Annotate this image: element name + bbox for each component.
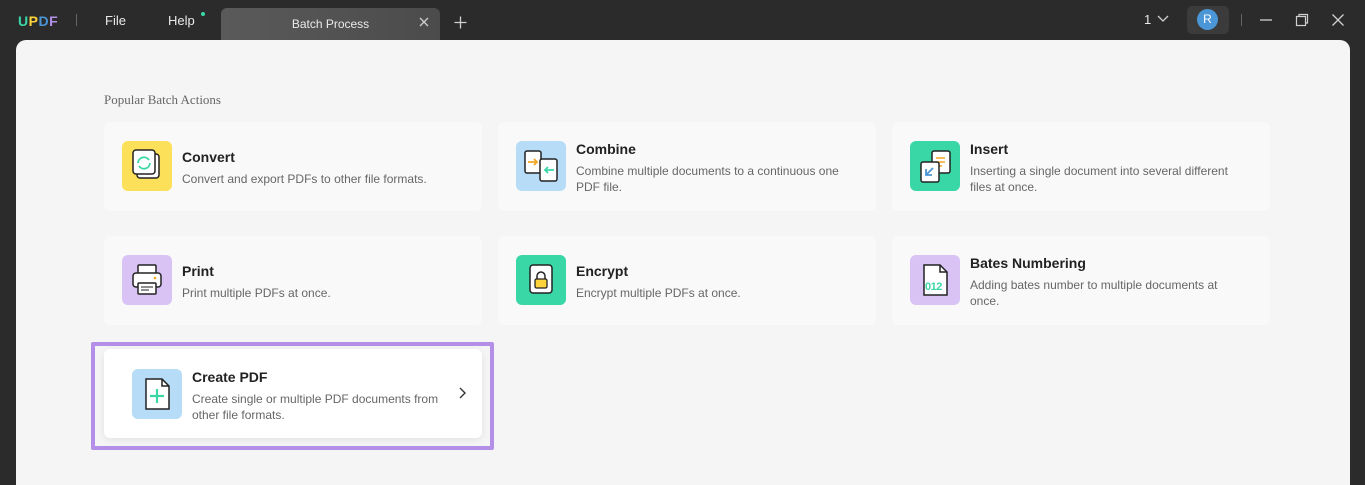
card-title: Create PDF <box>192 369 268 385</box>
convert-icon <box>122 141 172 191</box>
card-create-pdf[interactable]: Create PDF Create single or multiple PDF… <box>104 349 482 438</box>
tab-label: Batch Process <box>291 17 370 31</box>
card-description: Print multiple PDFs at once. <box>182 286 331 300</box>
bates-number-icon: 012 <box>910 255 960 305</box>
card-description: Combine multiple documents to a continuo… <box>576 164 839 194</box>
title-bar: UPDF File Help Batch Process 1 R <box>0 0 1365 40</box>
updf-logo: UPDF <box>18 13 59 29</box>
card-combine[interactable]: Combine Combine multiple documents to a … <box>498 122 876 211</box>
divider <box>1241 14 1242 26</box>
minimize-icon[interactable] <box>1259 13 1273 27</box>
card-description: Adding bates number to multiple document… <box>970 278 1218 308</box>
card-title: Combine <box>576 141 636 157</box>
lock-icon <box>516 255 566 305</box>
card-encrypt[interactable]: Encrypt Encrypt multiple PDFs at once. <box>498 236 876 325</box>
close-window-icon[interactable] <box>1331 13 1345 27</box>
card-convert[interactable]: Convert Convert and export PDFs to other… <box>104 122 482 211</box>
card-description: Encrypt multiple PDFs at once. <box>576 286 741 300</box>
chevron-right-icon[interactable] <box>458 387 466 399</box>
card-insert[interactable]: Insert Inserting a single document into … <box>892 122 1270 211</box>
bates-number-text: 012 <box>925 281 942 293</box>
card-title: Encrypt <box>576 263 629 279</box>
card-bates-numbering[interactable]: 012 Bates Numbering Adding bates number … <box>892 236 1270 325</box>
card-description: Convert and export PDFs to other file fo… <box>182 172 427 186</box>
card-title: Print <box>182 263 214 279</box>
create-pdf-icon <box>132 369 182 419</box>
avatar: R <box>1197 9 1218 30</box>
section-title: Popular Batch Actions <box>104 92 221 107</box>
printer-icon <box>122 255 172 305</box>
insert-icon <box>910 141 960 191</box>
chevron-down-icon[interactable] <box>1157 14 1169 24</box>
card-description: Create single or multiple PDF documents … <box>192 392 439 422</box>
menu-file[interactable]: File <box>105 13 126 28</box>
close-icon[interactable] <box>418 16 430 28</box>
combine-icon <box>516 141 566 191</box>
card-title: Convert <box>182 149 235 165</box>
tab-batch-process[interactable]: Batch Process <box>221 8 440 40</box>
card-print[interactable]: Print Print multiple PDFs at once. <box>104 236 482 325</box>
help-notification-dot <box>201 12 205 16</box>
page-count[interactable]: 1 <box>1144 12 1151 27</box>
menu-help[interactable]: Help <box>168 13 195 28</box>
card-title: Insert <box>970 141 1009 157</box>
restore-icon[interactable] <box>1295 13 1309 27</box>
card-description: Inserting a single document into several… <box>970 164 1228 194</box>
account-button[interactable]: R <box>1187 6 1229 34</box>
add-tab-icon[interactable] <box>454 16 467 29</box>
card-title: Bates Numbering <box>970 255 1086 271</box>
divider <box>76 14 77 26</box>
